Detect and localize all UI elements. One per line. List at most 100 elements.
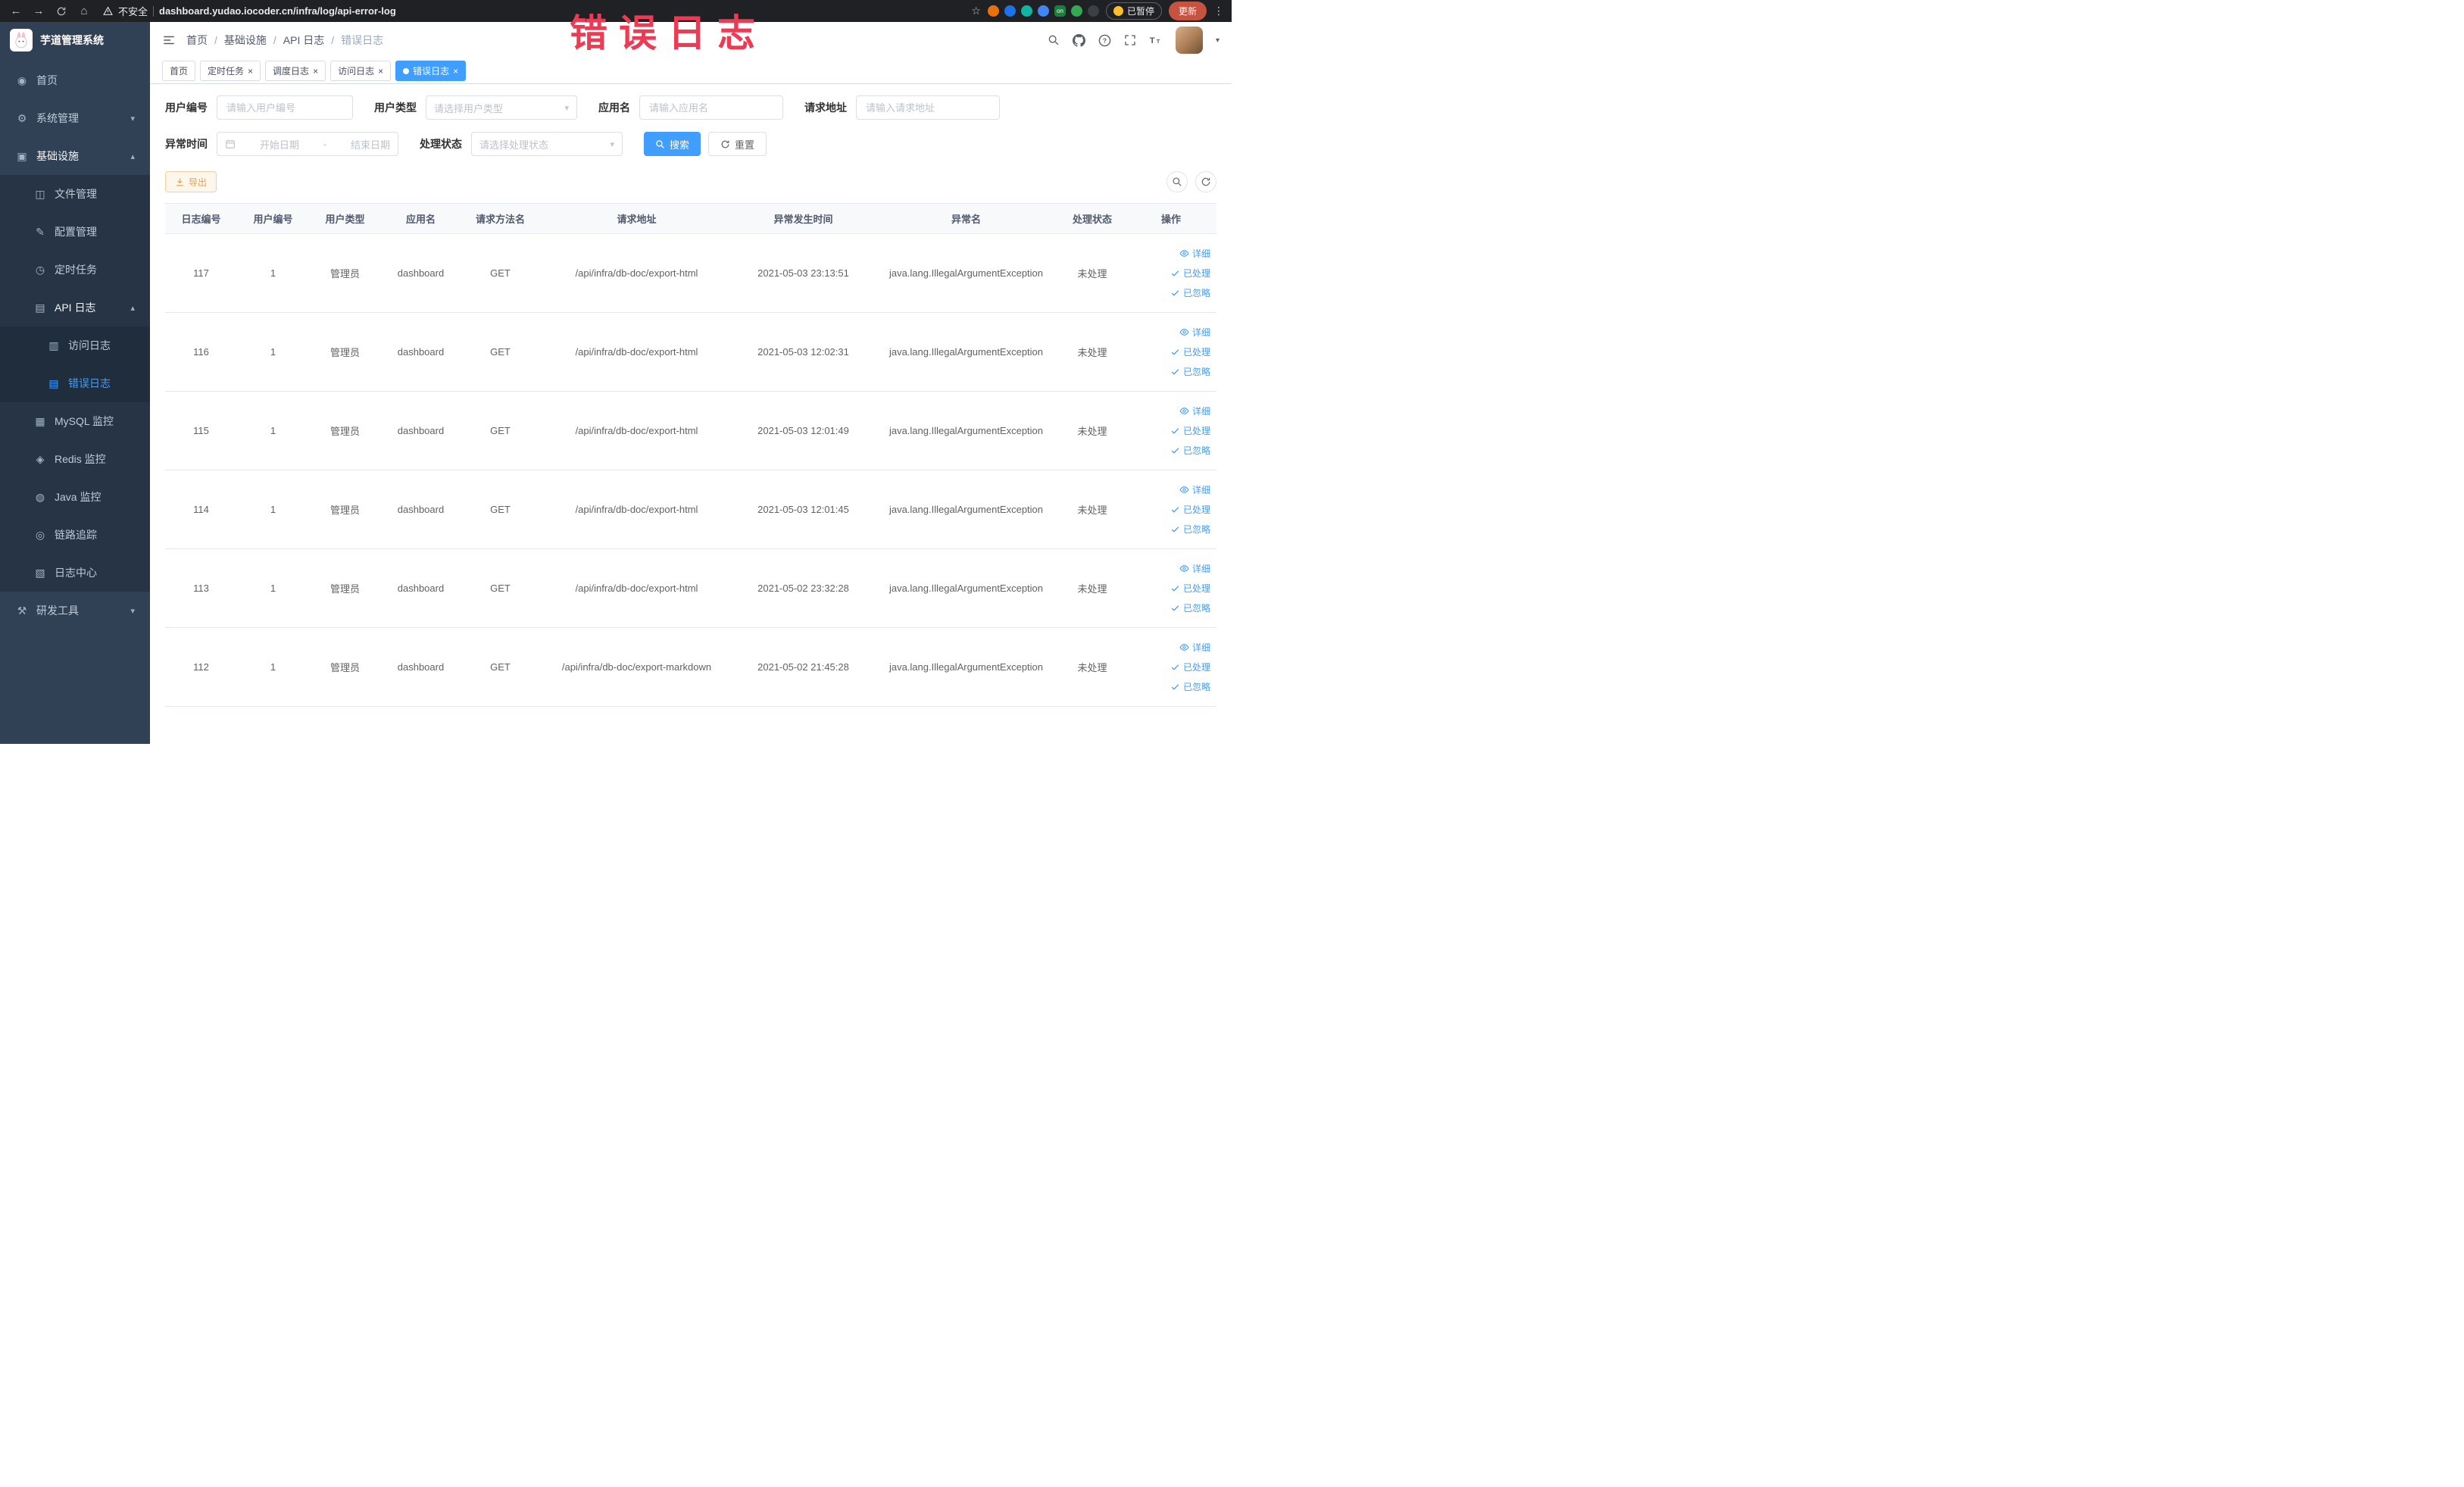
app-logo[interactable]: 芋道管理系统 xyxy=(0,22,150,58)
security-label: 不安全 xyxy=(118,6,148,17)
table-row: 113 1 管理员 dashboard GET/api/infra/db-doc/exp… xyxy=(165,548,1216,628)
action-ignored[interactable]: 已忽略 xyxy=(1130,677,1210,697)
cell-app-name: dashboard xyxy=(381,627,461,707)
url-bar[interactable]: 不安全 dashboard.yudao.iocoder.cn/infra/log… xyxy=(103,4,396,18)
help-icon[interactable]: ? xyxy=(1098,34,1111,47)
close-icon[interactable]: × xyxy=(378,67,383,76)
emoji-icon xyxy=(1113,6,1123,16)
sidebar-item-job[interactable]: ◷ 定时任务 xyxy=(0,251,150,289)
java-icon: ◍ xyxy=(35,490,45,503)
close-icon[interactable]: × xyxy=(453,67,458,76)
action-ignored[interactable]: 已忽略 xyxy=(1130,441,1210,461)
browser-menu-icon[interactable]: ⋮ xyxy=(1213,5,1224,17)
sidebar-item-mysql[interactable]: ▦ MySQL 监控 xyxy=(0,402,150,440)
extension-green-icon[interactable] xyxy=(1070,5,1082,17)
action-detail[interactable]: 详细 xyxy=(1130,244,1210,264)
sidebar-item-access-log[interactable]: ▥ 访问日志 xyxy=(0,326,150,364)
cell-log-id: 117 xyxy=(165,233,237,313)
sidebar-item-trace[interactable]: ◎ 链路追踪 xyxy=(0,516,150,554)
date-separator: - xyxy=(323,138,327,150)
tab-error-log[interactable]: 错误日志 × xyxy=(395,61,467,81)
sidebar-item-config[interactable]: ✎ 配置管理 xyxy=(0,213,150,251)
breadcrumb-item[interactable]: 基础设施 xyxy=(224,33,267,48)
close-icon[interactable]: × xyxy=(313,67,318,76)
sidebar-item-label: 基础设施 xyxy=(36,150,79,162)
exception-time-range[interactable]: 开始日期 - 结束日期 xyxy=(217,132,398,156)
tab-home[interactable]: 首页 xyxy=(162,61,196,81)
sidebar-item-label: 访问日志 xyxy=(68,339,111,351)
sidebar-item-log-center[interactable]: ▧ 日志中心 xyxy=(0,554,150,592)
table-row: 116 1 管理员 dashboard GET/api/infra/db-doc/exp… xyxy=(165,312,1216,392)
action-processed[interactable]: 已处理 xyxy=(1130,658,1210,677)
tab-access-log[interactable]: 访问日志 × xyxy=(330,61,392,81)
breadcrumb-item[interactable]: 首页 xyxy=(186,33,208,48)
refresh-button[interactable] xyxy=(1195,171,1216,192)
sidebar-item-system[interactable]: ⚙ 系统管理 ▾ xyxy=(0,99,150,137)
forward-icon[interactable]: → xyxy=(30,5,47,17)
extension-blue-icon[interactable] xyxy=(1004,5,1016,17)
app-name-input[interactable] xyxy=(639,95,783,120)
hamburger-icon[interactable] xyxy=(162,33,176,47)
cell-actions: 详细 已处理 已忽略 xyxy=(1126,627,1216,707)
chevron-down-icon: ▾ xyxy=(1215,36,1220,45)
extension-on-icon[interactable]: on xyxy=(1054,5,1066,17)
search-icon[interactable] xyxy=(1048,34,1060,46)
github-icon[interactable] xyxy=(1072,33,1085,47)
close-icon[interactable]: × xyxy=(248,67,253,76)
user-avatar[interactable] xyxy=(1175,27,1203,54)
sidebar-item-home[interactable]: ◉ 首页 xyxy=(0,61,150,99)
process-status-select[interactable]: 请选择处理状态 ▾ xyxy=(471,132,623,156)
font-size-icon[interactable]: TT xyxy=(1149,33,1163,47)
action-processed[interactable]: 已处理 xyxy=(1130,264,1210,283)
user-id-input[interactable] xyxy=(217,95,353,120)
sidebar-item-infra[interactable]: ▣ 基础设施 ▴ xyxy=(0,137,150,175)
search-button-label: 搜索 xyxy=(670,139,690,151)
search-button[interactable]: 搜索 xyxy=(644,132,701,156)
breadcrumb-separator: / xyxy=(214,34,217,46)
reload-icon[interactable] xyxy=(53,6,70,17)
sidebar-item-redis[interactable]: ◈ Redis 监控 xyxy=(0,440,150,478)
action-detail[interactable]: 详细 xyxy=(1130,638,1210,658)
user-type-select[interactable]: 请选择用户类型 ▾ xyxy=(426,95,577,120)
action-processed[interactable]: 已处理 xyxy=(1130,342,1210,362)
action-processed[interactable]: 已处理 xyxy=(1130,500,1210,520)
sidebar-item-file[interactable]: ◫ 文件管理 xyxy=(0,175,150,213)
fullscreen-icon[interactable] xyxy=(1124,34,1136,46)
sidebar-item-label: 首页 xyxy=(36,74,58,86)
paused-badge[interactable]: 已暂停 xyxy=(1105,2,1162,20)
sidebar-item-error-log[interactable]: ▤ 错误日志 xyxy=(0,364,150,402)
action-detail[interactable]: 详细 xyxy=(1130,323,1210,342)
reset-button[interactable]: 重置 xyxy=(708,132,767,156)
extension-orange-icon[interactable] xyxy=(987,5,999,17)
sidebar-item-api-log[interactable]: ▤ API 日志 ▴ xyxy=(0,289,150,326)
action-ignored[interactable]: 已忽略 xyxy=(1130,362,1210,382)
table-row: 112 1 管理员 dashboard GET/api/infra/db-doc/exp… xyxy=(165,627,1216,707)
action-processed[interactable]: 已处理 xyxy=(1130,421,1210,441)
export-button[interactable]: 导出 xyxy=(165,171,217,192)
action-detail[interactable]: 详细 xyxy=(1130,401,1210,421)
tab-job-log[interactable]: 调度日志 × xyxy=(265,61,326,81)
search-toggle-button[interactable] xyxy=(1166,171,1188,192)
request-url-input[interactable] xyxy=(856,95,1000,120)
action-ignored[interactable]: 已忽略 xyxy=(1130,598,1210,618)
action-detail[interactable]: 详细 xyxy=(1130,480,1210,500)
top-navbar: 首页 / 基础设施 / API 日志 / 错误日志 ? TT ▾ xyxy=(150,22,1232,58)
breadcrumb-item[interactable]: API 日志 xyxy=(283,33,324,48)
back-icon[interactable]: ← xyxy=(8,5,24,17)
tab-job[interactable]: 定时任务 × xyxy=(200,61,261,81)
chevron-down-icon: ▾ xyxy=(564,103,569,113)
table-body: 117 1 管理员 dashboard GET/api/infra/db-doc/exp… xyxy=(165,233,1216,707)
sidebar-item-java[interactable]: ◍ Java 监控 xyxy=(0,478,150,516)
update-button[interactable]: 更新 xyxy=(1168,2,1207,20)
browser-home-icon[interactable]: ⌂ xyxy=(76,5,92,17)
sidebar-item-dev-tools[interactable]: ⚒ 研发工具 ▾ xyxy=(0,592,150,629)
extension-dark-icon[interactable] xyxy=(1087,5,1099,17)
action-ignored[interactable]: 已忽略 xyxy=(1130,283,1210,303)
api-log-icon: ▤ xyxy=(35,301,45,314)
bookmark-star-icon[interactable]: ☆ xyxy=(971,5,981,17)
action-detail[interactable]: 详细 xyxy=(1130,559,1210,579)
action-processed[interactable]: 已处理 xyxy=(1130,579,1210,598)
extension-grid-icon[interactable] xyxy=(1037,5,1049,17)
extension-teal-icon[interactable] xyxy=(1020,5,1032,17)
action-ignored[interactable]: 已忽略 xyxy=(1130,520,1210,539)
